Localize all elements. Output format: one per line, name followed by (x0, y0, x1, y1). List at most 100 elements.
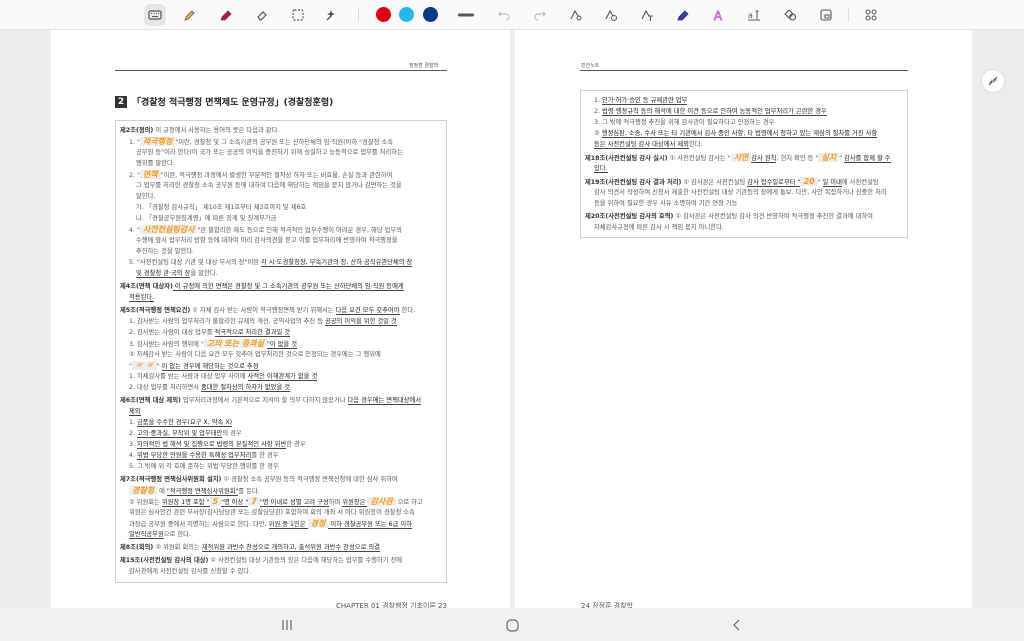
underlined-text: 공공의 이익을 위한 것일 것 (325, 318, 397, 326)
underlined-text: 재적위원 과반수 찬성으로 개의하고, 출석위원 과반수 찬성으로 의결 (201, 544, 380, 552)
text-line: 행위를 말한다. (120, 158, 443, 169)
underlined-text: 적용된다. (129, 294, 155, 302)
text-span: 5. 그 밖에 위 각 호에 준하는 위법·부당한 행위를 한 경우 (129, 463, 279, 470)
system-nav-bar (0, 608, 1024, 641)
text-line-content: 제19조(사전컨설팅 감사 결과 처리) ① 감사관은 사전컨설팅 감사 접수일… (585, 176, 879, 187)
text-line-content: 제20조(사전컨설팅 감사의 효력) ① 감사관은 사전컨설팅 감사 의견 반영… (585, 211, 873, 222)
text-style-icon[interactable]: A (707, 4, 729, 26)
text-line: 1. 금품을 수수한 경우(요구 X, 약속 X) (120, 417, 443, 428)
shapes-icon[interactable] (779, 4, 801, 26)
text-line: ② 자체감사 받는 사람이 다음 요건 모두 갖추어 업무처리한 것으로 인정되… (120, 349, 443, 360)
text-size-icon[interactable]: a (743, 4, 765, 26)
text-span: " (156, 363, 162, 370)
text-line-content: 감사관에게 사전컨설팅 감사를 신청할 수 있다. (129, 566, 251, 577)
lasso-select-icon[interactable] (287, 4, 309, 26)
underlined-text: 있다. (594, 165, 608, 173)
text-span: 2. 대상 업무를 처리하면서 (129, 384, 201, 391)
underlined-text: 위원장 1명 포함 " (161, 499, 210, 507)
underlined-text: 일반직공무원 (129, 531, 164, 539)
text-span: 감사 의견서 작성하여 신청서 제출한 사전컨설팅 대상 기관등의 장에게 통보… (594, 189, 887, 196)
text-line: ② 위원회는 위원장 1명 포함 " 5 "명 이상 " 7 "명 이내로 성별 고려 … (120, 496, 443, 507)
text-line-content: 2. 고의·중과실, 부작위 및 업무태만의 경우 (129, 428, 242, 439)
text-line-content: 등을 위하여 필요한 경우 사유 소명하여 기간 연장 가능 (594, 198, 737, 209)
text-span: ② 자체감사 받는 사람이 다음 요건 모두 갖추어 업무처리한 것으로 인정되… (129, 351, 381, 358)
lock-icon[interactable] (815, 4, 837, 26)
underlined-text: 감사 접수일로부터 " (747, 179, 801, 187)
color-navy-swatch[interactable] (423, 7, 438, 22)
underlined-text: 위원 중 1인은 (268, 521, 308, 529)
underlined-text: 법령·행정규칙 등의 해석에 대한 이견 등으로 인하여 능동적인 업무처리가 … (602, 108, 827, 116)
article-heading: 제8조(회의) (120, 544, 154, 551)
shape-text-icon[interactable] (636, 4, 658, 26)
underlined-text: "이 없을 것 (266, 341, 298, 349)
text-line-content: 적용된다. (129, 292, 155, 303)
text-line: 4. " 사전컨설팅감사 "란 불합리한 제도 등으로 인해 적극적인 업무수행이 … (120, 224, 443, 235)
article-heading: 제7조(적극행정 면책심사위원회 설치) (120, 476, 222, 483)
pen-icon[interactable] (179, 4, 201, 26)
text-span: 를 한 경우 (251, 452, 279, 459)
text-line-content: 나. 「경찰공무원징계령」에 따른 징계 및 징계부가금 (136, 213, 276, 224)
underlined-text: 이 규정에 의한 면책은 경찰청 및 그 소속기관의 공무원 또는 산하단체의 … (172, 283, 404, 291)
underlined-text: 일 이내 (822, 179, 842, 187)
underlined-text: 감사를 함께 할 수 (843, 155, 891, 163)
text-line: 제5조(적극행정 면책요건) ① 자체 감사 받는 사람이 적극행정면책 받기 … (120, 305, 443, 316)
article-heading: 제2조(정의) (120, 127, 154, 134)
text-line: 3. 자의적인 법 해석 및 집행으로 법령의 본질적인 사항 위반한 경우 (120, 439, 443, 450)
text-line-content: 2. " 면책 "이란, 적극행정 과정에서 발생한 부분적인 절차상 하자 또는 … (129, 169, 392, 180)
handwritten-answer: 고의 또는 중과실 (203, 339, 267, 348)
text-line: 감사 의견서 작성하여 신청서 제출한 사전컨설팅 대상 기관등의 장에게 통보… (585, 187, 904, 198)
color-red-swatch[interactable] (376, 7, 391, 22)
shape-time-icon[interactable] (600, 4, 622, 26)
undo-icon[interactable] (493, 4, 515, 26)
redo-icon[interactable] (529, 4, 551, 26)
text-span: " (817, 179, 823, 186)
text-span: 1. " (129, 139, 140, 146)
text-span: 그 업무를 처리한 경찰청 소속 공무원 등에 대하여 다음에 해당하는 책임을… (136, 182, 402, 189)
text-line-content: 감사 의견서 작성하여 신청서 제출한 사전컨설팅 대상 기관등의 장에게 통보… (594, 187, 887, 198)
text-span: 감사관에게 사전컨설팅 감사를 신청할 수 있다. (129, 568, 252, 575)
text-line: 1. 자체감사를 받는 사람과 대상 업무 사이에 사적인 이해관계가 없을 것 (120, 371, 443, 382)
text-span: 한다. (688, 141, 703, 148)
text-line: ② 행정심판, 소송, 수사 또는 타 기관에서 감사 중인 사항, 타 법령에… (585, 128, 904, 139)
text-line-content: 제7조(적극행정 면책심사위원회 설치) ① 경찰청 소속 공무원 등의 적극행… (120, 474, 398, 485)
keyboard-icon[interactable] (144, 4, 166, 26)
text-line-content: 제외 (129, 406, 141, 417)
highlighter-icon[interactable] (215, 4, 237, 26)
color-cyan-swatch[interactable] (399, 7, 414, 22)
divider (358, 8, 359, 22)
text-line-content: 과장급 공무원 중에서 지명하는 사람으로 한다. 다만, 위원 중 1인은 경… (129, 518, 412, 529)
text-line: " 〃 〃 " 이 없는 경우에 해당하는 것으로 추정 (120, 360, 443, 371)
text-span: 를 둔다. (238, 488, 260, 495)
left-page: 장정훈 경찰학 2 「경찰청 적극행정 면책제도 운영규정」(경찰청훈령) 제2조… (51, 30, 510, 610)
text-line-content: 등은 사전컨설팅 감사 대상에서 제외한다. (594, 139, 703, 150)
text-line-content: ② 행정심판, 소송, 수사 또는 타 기관에서 감사 중인 사항, 타 법령에… (594, 128, 878, 139)
text-span: 4. " (129, 227, 140, 234)
recent-apps-icon[interactable] (279, 617, 295, 633)
stroke-width-icon[interactable] (455, 4, 477, 26)
shape-select-icon[interactable] (565, 4, 587, 26)
text-line: 2. " 면책 "이란, 적극행정 과정에서 발생한 부분적인 절차상 하자 또는 … (120, 169, 443, 180)
divider (848, 8, 849, 22)
text-line-content: 1. 금품을 수수한 경우(요구 X, 약속 X) (129, 417, 233, 428)
text-line-content: 1. 감사받는 사람의 업무처리가 불합리한 규제의 개선, 공익사업의 추진 … (129, 316, 397, 327)
text-span: ① 감사관은 사전컨설팅 (681, 179, 748, 186)
text-line: 5. "사전컨설팅 대상 기관 및 대상 부서의 장"이란 각 시·도경찰청장,… (120, 257, 443, 268)
text-line-content: 자체감사규정에 따른 감사 시 책임 묻지 아니한다. (594, 222, 724, 233)
ink-pen-icon[interactable] (672, 4, 694, 26)
text-line: 등을 위하여 필요한 경우 사유 소명하여 기간 연장 가능 (585, 198, 904, 209)
eraser-icon[interactable] (251, 4, 273, 26)
back-icon[interactable] (729, 617, 745, 633)
home-icon[interactable] (504, 617, 520, 633)
page-header: 빈칸노트 (581, 63, 600, 69)
text-span: 수행에 앞서 업무처리 방향 등에 대하여 미리 감사의견을 듣고 이를 업무처… (136, 237, 398, 244)
magic-icon[interactable] (321, 4, 343, 26)
document-canvas[interactable]: 장정훈 경찰학 2 「경찰청 적극행정 면책제도 운영규정」(경찰청훈령) 제2조… (0, 30, 1024, 610)
text-span: 업무처리과정에서 기본적으로 지켜야 할 의무 다하지 않았거나 (180, 397, 348, 404)
collapse-view-button[interactable] (982, 70, 1004, 92)
text-span: 2. (594, 108, 603, 115)
text-line-content: 있다. (594, 163, 608, 174)
underlined-text: "명 이상 " (221, 499, 249, 507)
text-span: 한 경우 (286, 441, 306, 448)
text-line: 제20조(사전컨설팅 감사의 효력) ① 감사관은 사전컨설팅 감사 의견 반영… (585, 211, 904, 222)
more-apps-icon[interactable] (860, 4, 882, 26)
